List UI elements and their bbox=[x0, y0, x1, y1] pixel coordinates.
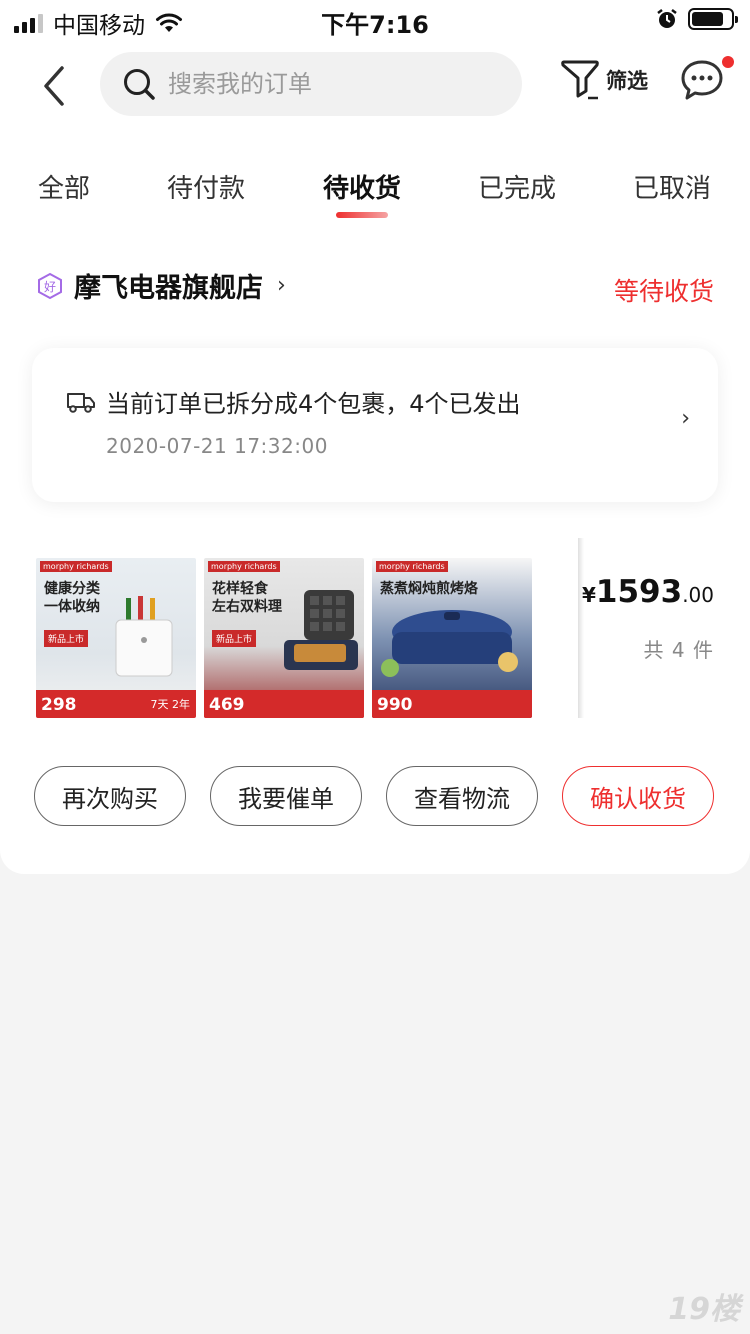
item-count: 共 4 件 bbox=[643, 638, 714, 662]
product-price: 298 bbox=[41, 695, 77, 715]
filter-icon bbox=[561, 60, 599, 100]
package-info[interactable]: 当前订单已拆分成4个包裹，4个已发出 2020-07-21 17:32:00 › bbox=[32, 348, 718, 502]
active-tab-indicator bbox=[336, 212, 388, 218]
knife-holder-illustration bbox=[115, 596, 173, 677]
product-tag: 新品上市 bbox=[212, 630, 257, 647]
product-price: 469 bbox=[209, 695, 245, 715]
product-tag: 新品上市 bbox=[44, 630, 89, 647]
tab-pending-receipt[interactable]: 待收货 bbox=[323, 168, 401, 205]
product-price: 990 bbox=[377, 695, 413, 715]
good-shop-badge-icon: 好 bbox=[38, 272, 62, 299]
order-actions: 再次购买 我要催单 查看物流 确认收货 bbox=[0, 766, 750, 828]
order-total: ¥1593.00 bbox=[582, 574, 714, 610]
battery-icon bbox=[688, 8, 738, 30]
filter-button[interactable]: 筛选 bbox=[560, 58, 648, 102]
price-decimal: .00 bbox=[682, 583, 714, 607]
watermark: 19楼 bbox=[668, 1292, 740, 1327]
currency-symbol: ¥ bbox=[581, 583, 596, 607]
chevron-left-icon bbox=[44, 66, 64, 106]
chevron-right-icon: › bbox=[681, 406, 690, 431]
brand-label: morphy richards bbox=[376, 561, 448, 572]
status-right bbox=[656, 8, 738, 30]
tab-completed[interactable]: 已完成 bbox=[478, 168, 556, 205]
shop-link[interactable]: 好 摩飞电器旗舰店 › bbox=[36, 266, 286, 305]
search-icon bbox=[124, 69, 155, 100]
search-input[interactable] bbox=[168, 70, 488, 98]
buy-again-button[interactable]: 再次购买 bbox=[34, 766, 186, 826]
product-title: 健康分类 一体收纳 bbox=[44, 581, 100, 615]
tab-cancelled[interactable]: 已取消 bbox=[633, 168, 711, 205]
status-bar: 中国移动 下午7:16 bbox=[0, 0, 750, 40]
tab-all[interactable]: 全部 bbox=[38, 168, 90, 205]
header: 筛选 全部 待付款 待收货 已完成 已取消 bbox=[0, 40, 750, 250]
product-extra: 7天 2年 bbox=[150, 698, 191, 711]
shop-name: 摩飞电器旗舰店 bbox=[74, 273, 263, 304]
shop-badge-text: 好 bbox=[44, 280, 56, 294]
view-logistics-button[interactable]: 查看物流 bbox=[386, 766, 538, 826]
clock-time: 下午7:16 bbox=[321, 11, 429, 39]
package-time: 2020-07-21 17:32:00 bbox=[106, 434, 328, 458]
brand-label: morphy richards bbox=[40, 561, 112, 572]
truck-icon bbox=[67, 393, 95, 413]
confirm-receipt-button[interactable]: 确认收货 bbox=[562, 766, 714, 826]
back-button[interactable] bbox=[38, 64, 74, 108]
product-thumbnail-waffle-maker[interactable]: morphy richards 花样轻食 左右双料理 新品上市 469 bbox=[204, 558, 364, 718]
search-box[interactable] bbox=[100, 52, 522, 116]
tab-pending-payment[interactable]: 待付款 bbox=[167, 168, 245, 205]
brand-label: morphy richards bbox=[208, 561, 280, 572]
urge-order-button[interactable]: 我要催单 bbox=[210, 766, 362, 826]
waffle-maker-illustration bbox=[284, 590, 358, 670]
chat-bubble-icon bbox=[681, 60, 723, 100]
product-thumbnail-multi-cooker[interactable]: morphy richards 蒸煮焖炖煎烤烙 990 bbox=[372, 558, 532, 718]
package-summary: 当前订单已拆分成4个包裹，4个已发出 bbox=[106, 390, 521, 418]
product-title: 花样轻食 左右双料理 bbox=[212, 581, 282, 615]
product-thumbnail-knife-holder[interactable]: morphy richards 健康分类 一体收纳 新品上市 298 7天 2年 bbox=[36, 558, 196, 718]
unread-dot bbox=[722, 56, 734, 68]
alarm-icon bbox=[657, 9, 677, 28]
order-card: 好 摩飞电器旗舰店 › 等待收货 当前订单已拆分成4个包裹，4个已发出 2020… bbox=[0, 228, 750, 874]
order-tabs: 全部 待付款 待收货 已完成 已取消 bbox=[0, 168, 750, 228]
multi-cooker-illustration bbox=[381, 610, 518, 677]
chevron-right-icon: › bbox=[277, 273, 286, 298]
product-title: 蒸煮焖炖煎烤烙 bbox=[380, 581, 478, 597]
price-integer: 1593 bbox=[595, 574, 683, 610]
filter-label: 筛选 bbox=[606, 69, 648, 93]
order-total-panel: ¥1593.00 共 4 件 bbox=[578, 538, 750, 718]
order-status: 等待收货 bbox=[613, 277, 714, 306]
messages-button[interactable] bbox=[680, 56, 734, 106]
